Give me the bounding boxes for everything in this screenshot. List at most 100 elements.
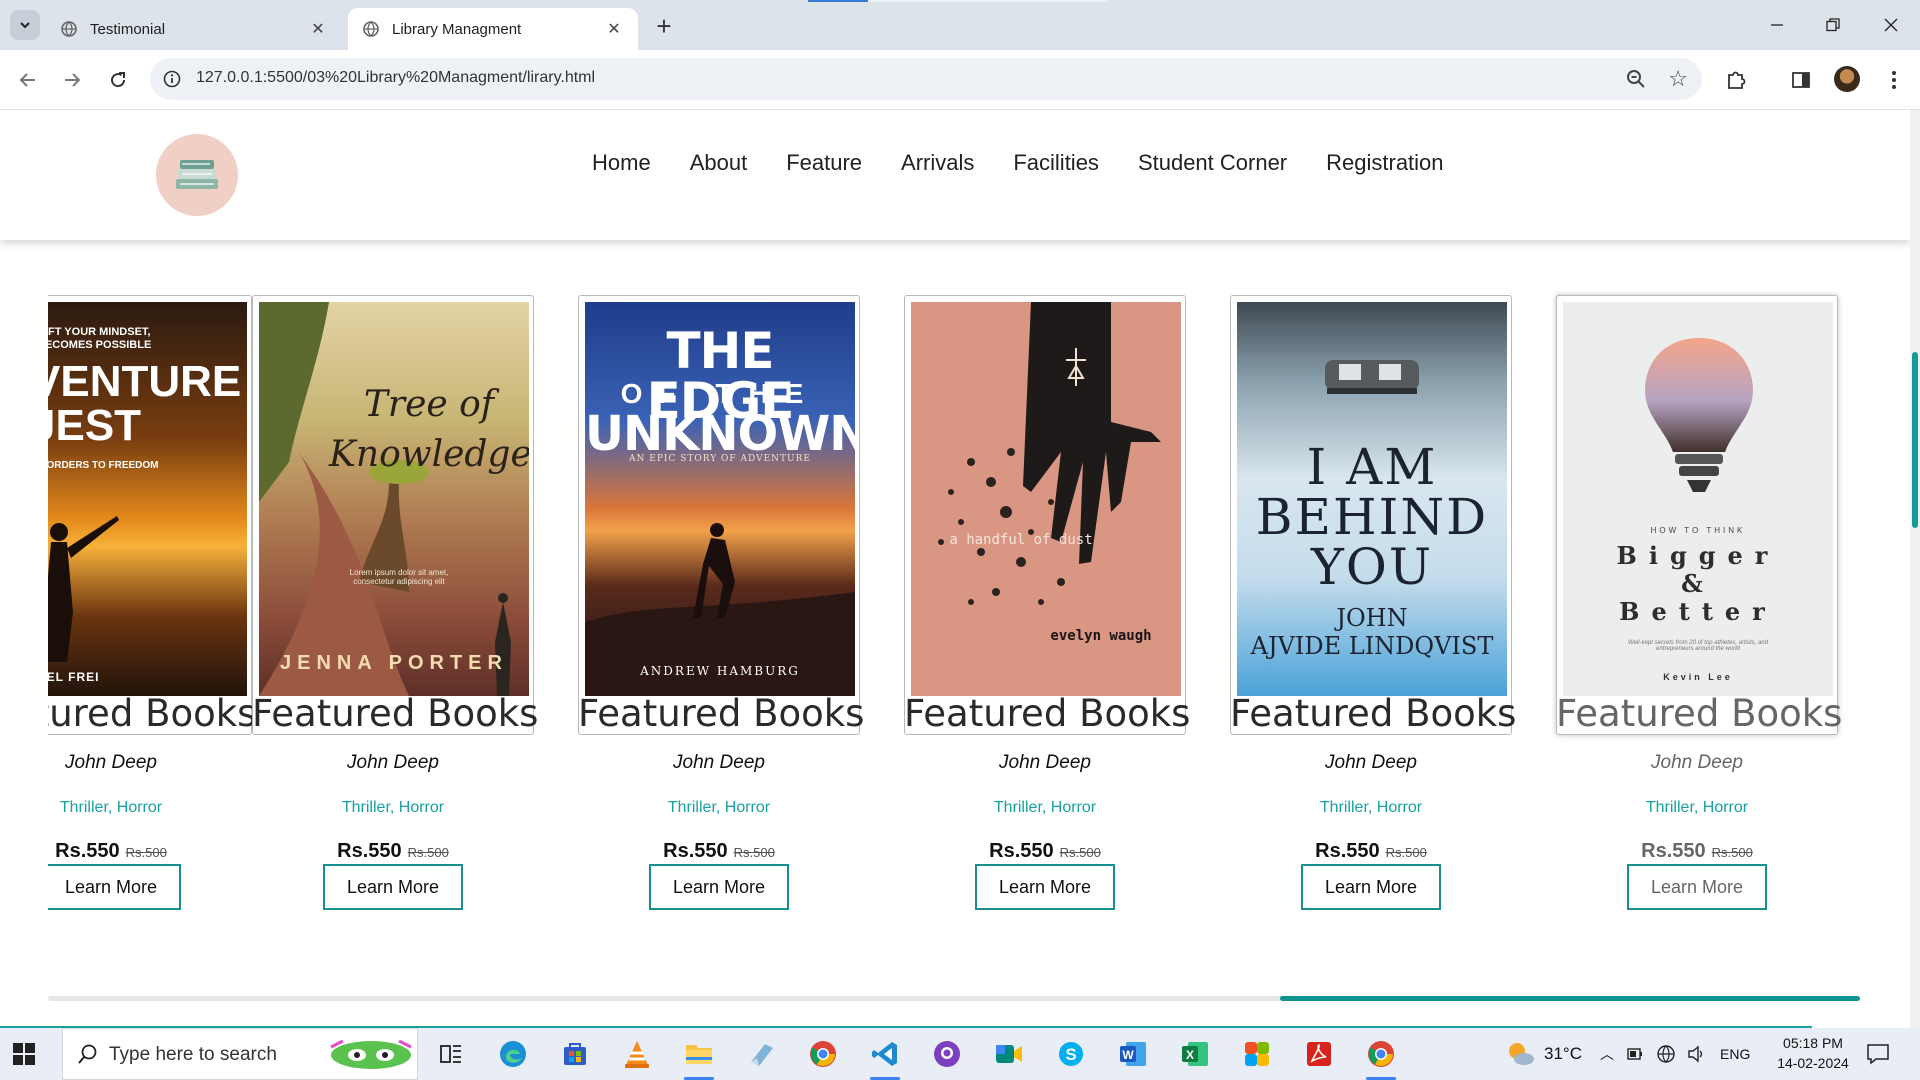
book-cover-frame: HOW TO THINK Bigger & Better Well-kept s…: [1556, 295, 1838, 735]
address-bar[interactable]: 127.0.0.1:5500/03%20Library%20Managment/…: [150, 58, 1702, 100]
page-scrollbar-thumb[interactable]: [1912, 352, 1918, 528]
learn-more-button[interactable]: Learn More: [975, 864, 1115, 910]
book-genre[interactable]: Thriller, Horror: [48, 799, 252, 817]
site-info-button[interactable]: [158, 65, 186, 93]
carousel-scrollbar-thumb[interactable]: [1280, 996, 1860, 1001]
tab-library-managment[interactable]: Library Managment ✕: [348, 8, 638, 50]
taskbar-clock[interactable]: 05:18 PM 14-02-2024: [1768, 1033, 1858, 1073]
book-title: Featured Books: [252, 692, 539, 735]
menu-item-facilities[interactable]: Facilities: [1013, 150, 1099, 176]
cover-author: AJVIDE LINDQVIST: [1250, 632, 1494, 660]
task-view-button[interactable]: [432, 1036, 470, 1072]
taskbar-acrobat[interactable]: [1300, 1036, 1338, 1072]
learn-more-button[interactable]: Learn More: [1301, 864, 1441, 910]
side-panel-icon: [1792, 72, 1810, 88]
taskbar-vscode[interactable]: [866, 1036, 904, 1080]
book-cover-tree-of-knowledge[interactable]: Tree of Knowledge Lorem ipsum dolor sit …: [259, 302, 529, 696]
book-author: John Deep: [999, 752, 1091, 773]
menu-item-feature[interactable]: Feature: [786, 150, 862, 176]
taskbar-word[interactable]: W: [1114, 1036, 1152, 1072]
search-placeholder: Type here to search: [109, 1044, 277, 1065]
taskbar-file-explorer[interactable]: [680, 1036, 718, 1080]
taskbar-excel[interactable]: X: [1176, 1036, 1214, 1072]
url-text[interactable]: 127.0.0.1:5500/03%20Library%20Managment/…: [196, 69, 595, 87]
book-genre[interactable]: Thriller, Horror: [1556, 799, 1838, 817]
taskbar-github-desktop[interactable]: [928, 1036, 966, 1072]
price-old: Rs.500: [125, 845, 167, 860]
cover-tagline: BECOMES POSSIBLE: [48, 339, 152, 351]
carousel-scrollbar[interactable]: [48, 996, 1860, 1001]
taskbar-vlc[interactable]: [618, 1036, 656, 1072]
show-hidden-icons-chevron-up-icon[interactable]: ︿: [1600, 1044, 1614, 1064]
zoom-icon[interactable]: [1624, 67, 1648, 91]
close-icon[interactable]: ✕: [604, 19, 624, 39]
taskbar-search-box[interactable]: Type here to search: [62, 1028, 418, 1080]
weather-temperature: 31°C: [1544, 1044, 1582, 1063]
bookmark-star-icon[interactable]: ☆: [1668, 66, 1688, 92]
menu-item-about[interactable]: About: [690, 150, 748, 176]
video-call-icon: [996, 1045, 1022, 1063]
taskbar-chrome[interactable]: [804, 1036, 842, 1072]
taskbar-meet[interactable]: [990, 1036, 1028, 1072]
reload-button[interactable]: [102, 64, 134, 96]
vscode-icon: [872, 1042, 897, 1066]
back-button[interactable]: [12, 64, 44, 96]
page-viewport: Home About Feature Arrivals Facilities S…: [0, 110, 1910, 1028]
volume-icon[interactable]: [1686, 1044, 1706, 1064]
profile-avatar[interactable]: [1834, 66, 1860, 92]
learn-more-button[interactable]: Learn More: [1627, 864, 1767, 910]
book-cover-handful-of-dust[interactable]: a handful of dust evelyn waugh: [911, 302, 1181, 696]
menu-item-arrivals[interactable]: Arrivals: [901, 150, 974, 176]
network-globe-icon[interactable]: [1656, 1044, 1676, 1064]
learn-more-button[interactable]: Learn More: [48, 864, 181, 910]
price-old: Rs.500: [407, 845, 449, 860]
notification-icon: [1867, 1044, 1889, 1065]
menu-item-registration[interactable]: Registration: [1326, 150, 1443, 176]
vlc-icon: [625, 1041, 649, 1068]
close-window-button[interactable]: [1868, 10, 1914, 40]
featured-books-carousel[interactable]: HIFT YOUR MINDSET, BECOMES POSSIBLE VENT…: [48, 290, 1860, 970]
windows-start-icon[interactable]: [10, 1040, 38, 1068]
book-cover-bigger-better[interactable]: HOW TO THINK Bigger & Better Well-kept s…: [1563, 302, 1833, 696]
browser-menu-button[interactable]: [1878, 64, 1910, 96]
page-scrollbar[interactable]: [1910, 110, 1920, 1028]
extensions-button[interactable]: [1720, 64, 1752, 96]
book-genre[interactable]: Thriller, Horror: [578, 799, 860, 817]
price-current: Rs.550: [337, 840, 402, 862]
side-panel-button[interactable]: [1785, 64, 1817, 96]
learn-more-button[interactable]: Learn More: [649, 864, 789, 910]
book-genre[interactable]: Thriller, Horror: [904, 799, 1186, 817]
site-logo[interactable]: [156, 134, 238, 216]
minimize-button[interactable]: [1754, 10, 1800, 40]
weather-widget[interactable]: 31°C: [1504, 1028, 1582, 1080]
learn-more-button[interactable]: Learn More: [323, 864, 463, 910]
book-cover-adventure-quest[interactable]: HIFT YOUR MINDSET, BECOMES POSSIBLE VENT…: [48, 302, 247, 696]
tab-testimonial[interactable]: Testimonial ✕: [46, 8, 342, 50]
cover-title: Bigger: [1616, 541, 1780, 570]
book-genre[interactable]: Thriller, Horror: [1230, 799, 1512, 817]
tab-search-button[interactable]: [10, 10, 40, 40]
close-icon[interactable]: ✕: [308, 19, 328, 39]
book-cover-frame: I AM BEHIND YOU JOHN AJVIDE LINDQVIST: [1230, 295, 1512, 735]
edge-icon: [500, 1041, 526, 1067]
taskbar-edge[interactable]: [494, 1036, 532, 1072]
menu-item-home[interactable]: Home: [592, 150, 651, 176]
taskbar-chrome-active[interactable]: [1362, 1036, 1400, 1080]
notifications-button[interactable]: [1866, 1028, 1890, 1080]
book-price: Rs.550 Rs.500: [1556, 840, 1838, 863]
restore-button[interactable]: [1810, 10, 1856, 40]
new-tab-button[interactable]: +: [650, 11, 678, 41]
input-language[interactable]: ENG: [1720, 1046, 1750, 1062]
taskbar-skype[interactable]: S: [1052, 1036, 1090, 1072]
books-icon: [176, 160, 218, 189]
taskbar-store[interactable]: [556, 1036, 594, 1072]
book-cover-i-am-behind-you[interactable]: I AM BEHIND YOU JOHN AJVIDE LINDQVIST: [1237, 302, 1507, 696]
forward-button[interactable]: [56, 64, 88, 96]
battery-icon[interactable]: [1626, 1045, 1644, 1063]
taskbar-notepad[interactable]: [742, 1036, 780, 1072]
taskbar-photos[interactable]: [1238, 1036, 1276, 1072]
cover-author: evelyn waugh: [1050, 628, 1152, 644]
book-genre[interactable]: Thriller, Horror: [252, 799, 534, 817]
menu-item-student-corner[interactable]: Student Corner: [1138, 150, 1287, 176]
book-cover-edge-of-unknown[interactable]: THE EDGE OF THE UNKNOWN AN EPIC STORY OF…: [585, 302, 855, 696]
